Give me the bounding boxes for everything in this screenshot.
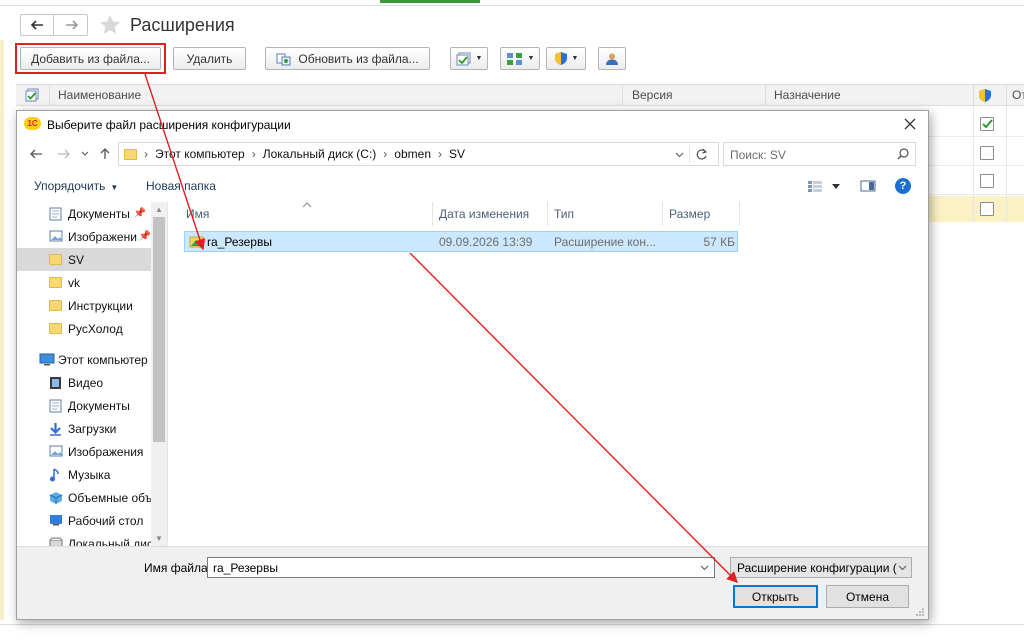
annotation-arrows xyxy=(144,73,738,583)
annotation-arrow xyxy=(409,252,738,583)
annotation-arrow xyxy=(144,73,206,251)
